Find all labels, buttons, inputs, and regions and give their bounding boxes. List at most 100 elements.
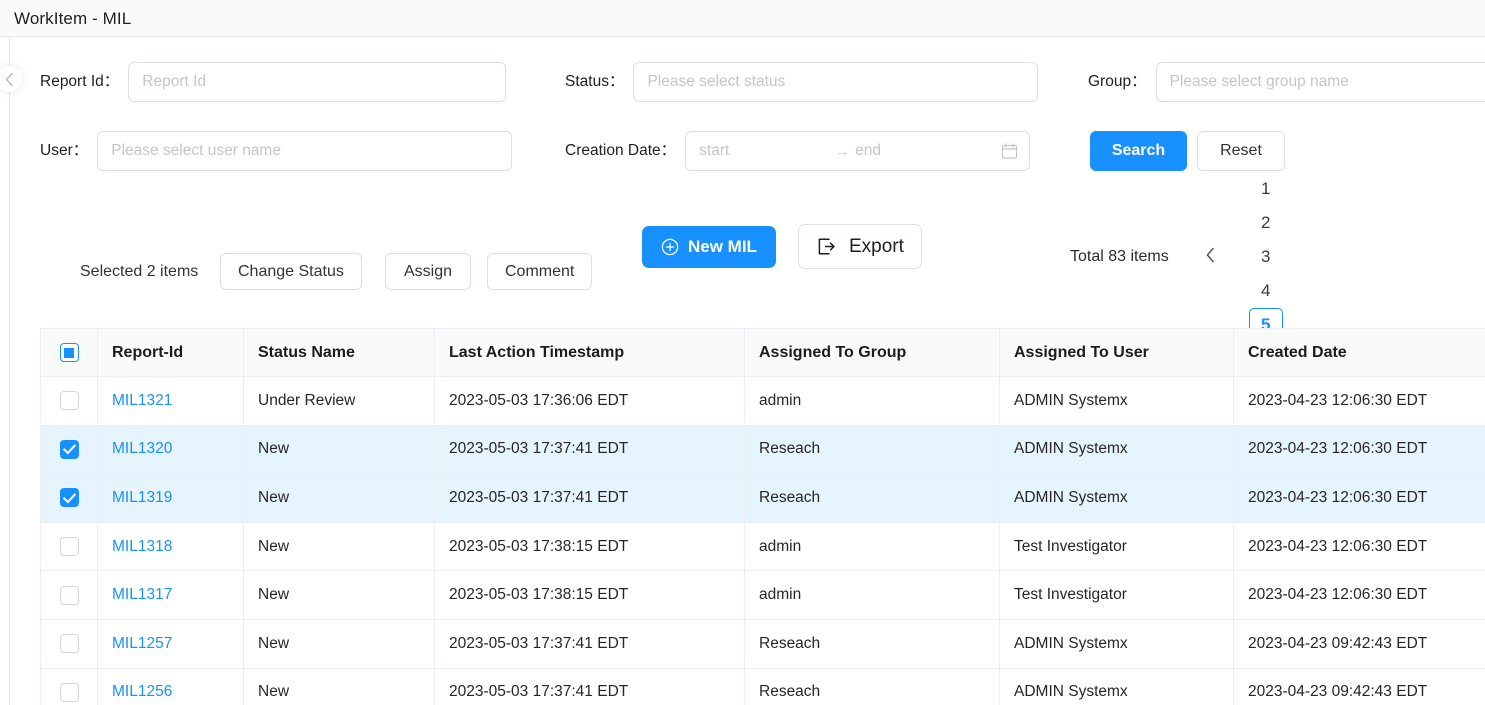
group-select[interactable]: Please select group name (1155, 62, 1485, 102)
cell-created-date: 2023-04-23 12:06:30 EDT (1233, 473, 1485, 523)
cell-last-action-timestamp: 2023-05-03 17:37:41 EDT (434, 473, 745, 523)
pagination-prev-button[interactable] (1195, 241, 1227, 273)
filter-row-1: Report Id： Report Id Status： Please sele… (10, 62, 1485, 102)
column-header-created-date[interactable]: Created Date (1233, 328, 1485, 377)
group-placeholder: Please select group name (1169, 73, 1349, 90)
table-row[interactable]: MIL1321 Under Review 2023-05-03 17:36:06 E… (40, 376, 1485, 426)
row-checkbox[interactable] (59, 439, 79, 459)
report-id-input[interactable]: Report Id (128, 62, 507, 102)
cell-created-date: 2023-04-23 12:06:30 EDT (1233, 376, 1485, 426)
field-creation-date: Creation Date： start → end (565, 131, 1031, 171)
table-row[interactable]: MIL1318 New 2023-05-03 17:38:15 EDT admin Te… (40, 522, 1485, 572)
comment-button[interactable]: Comment (487, 253, 593, 290)
cell-assigned-to-group: Reseach (744, 425, 1000, 475)
cell-status-name: New (243, 425, 435, 475)
report-id-link[interactable]: MIL1318 (112, 538, 172, 555)
report-id-link[interactable]: MIL1320 (112, 440, 172, 457)
change-status-button[interactable]: Change Status (220, 253, 362, 290)
row-select-cell (40, 570, 98, 620)
cell-created-date: 2023-04-23 09:42:43 EDT (1233, 668, 1485, 705)
cell-last-action-timestamp: 2023-05-03 17:37:41 EDT (434, 619, 745, 669)
row-select-cell (40, 376, 98, 426)
chevron-left-icon (1205, 247, 1216, 268)
plus-circle-icon (661, 238, 679, 256)
report-id-link[interactable]: MIL1321 (112, 392, 172, 409)
select-all-cell (40, 328, 98, 377)
creation-date-label: Creation Date： (565, 142, 677, 159)
row-checkbox[interactable] (59, 634, 79, 654)
cell-assigned-to-group: admin (744, 522, 1000, 572)
report-id-label: Report Id： (40, 73, 120, 90)
row-checkbox[interactable] (59, 585, 79, 605)
table-row[interactable]: MIL1317 New 2023-05-03 17:38:15 EDT admin Te… (40, 570, 1485, 620)
cell-last-action-timestamp: 2023-05-03 17:38:15 EDT (434, 570, 745, 620)
column-header-last-action-timestamp[interactable]: Last Action Timestamp (434, 328, 745, 377)
table-header: Report-Id Status Name Last Action Timest… (40, 328, 1485, 377)
row-checkbox[interactable] (59, 537, 79, 557)
row-checkbox[interactable] (59, 488, 79, 508)
column-header-status-name[interactable]: Status Name (243, 328, 435, 377)
creation-date-range-picker[interactable]: start → end (685, 131, 1031, 171)
cell-created-date: 2023-04-23 12:06:30 EDT (1233, 522, 1485, 572)
cell-assigned-to-group: Reseach (744, 668, 1000, 705)
report-id-link[interactable]: MIL1317 (112, 586, 172, 603)
pagination-page-2[interactable]: 2 (1249, 206, 1283, 240)
column-header-assigned-to-group[interactable]: Assigned To Group (744, 328, 1000, 377)
column-header-report-id[interactable]: Report-Id (97, 328, 244, 377)
table-row[interactable]: MIL1320 New 2023-05-03 17:37:41 EDT Reseach… (40, 425, 1485, 475)
work-items-table: Report-Id Status Name Last Action Timest… (40, 328, 1485, 705)
filter-panel: Report Id： Report Id Status： Please sele… (10, 37, 1485, 189)
export-button[interactable]: Export (798, 224, 922, 269)
table-row[interactable]: MIL1256 New 2023-05-03 17:37:41 EDT Reseach… (40, 668, 1485, 705)
status-label: Status： (565, 73, 625, 90)
pagination-pages: 12345 (1241, 172, 1291, 342)
cell-report-id: MIL1320 (97, 425, 244, 475)
creation-date-start-input[interactable]: start (699, 142, 829, 160)
new-mil-label: New MIL (688, 237, 757, 256)
cell-assigned-to-user: ADMIN Systemx (999, 668, 1234, 705)
pagination-page-1[interactable]: 1 (1249, 172, 1283, 206)
cell-assigned-to-user: ADMIN Systemx (999, 619, 1234, 669)
new-mil-button[interactable]: New MIL (642, 226, 776, 268)
cell-assigned-to-user: Test Investigator (999, 570, 1234, 620)
row-checkbox[interactable] (59, 391, 79, 411)
status-select[interactable]: Please select status (633, 62, 1039, 102)
cell-assigned-to-user: Test Investigator (999, 522, 1234, 572)
cell-assigned-to-group: Reseach (744, 473, 1000, 523)
report-id-link[interactable]: MIL1319 (112, 489, 172, 506)
pagination-page-3[interactable]: 3 (1249, 240, 1283, 274)
table-row[interactable]: MIL1319 New 2023-05-03 17:37:41 EDT Reseach… (40, 473, 1485, 523)
selected-count-label: Selected 2 items (80, 263, 199, 280)
column-header-assigned-to-user[interactable]: Assigned To User (999, 328, 1234, 377)
report-id-link[interactable]: MIL1256 (112, 683, 172, 700)
cell-report-id: MIL1318 (97, 522, 244, 572)
creation-date-end-input[interactable]: end (855, 142, 881, 160)
report-id-link[interactable]: MIL1257 (112, 635, 172, 652)
cell-last-action-timestamp: 2023-05-03 17:38:15 EDT (434, 522, 745, 572)
table-row[interactable]: MIL1257 New 2023-05-03 17:37:41 EDT Reseach… (40, 619, 1485, 669)
calendar-icon (1001, 143, 1018, 160)
field-report-id: Report Id： Report Id (40, 62, 507, 102)
select-all-checkbox[interactable] (59, 343, 79, 362)
status-placeholder: Please select status (647, 73, 786, 90)
search-button[interactable]: Search (1090, 131, 1187, 171)
field-group: Group： Please select group name (1088, 62, 1485, 102)
page-title: WorkItem - MIL (14, 9, 132, 28)
cell-report-id: MIL1257 (97, 619, 244, 669)
user-placeholder: Please select user name (111, 142, 281, 159)
reset-button[interactable]: Reset (1197, 131, 1285, 171)
cell-created-date: 2023-04-23 12:06:30 EDT (1233, 425, 1485, 475)
cell-created-date: 2023-04-23 12:06:30 EDT (1233, 570, 1485, 620)
pagination-page-4[interactable]: 4 (1249, 274, 1283, 308)
assign-button[interactable]: Assign (385, 253, 472, 290)
field-status: Status： Please select status (565, 62, 1039, 102)
table-header-row: Report-Id Status Name Last Action Timest… (40, 328, 1485, 377)
cell-status-name: New (243, 522, 435, 572)
cell-last-action-timestamp: 2023-05-03 17:37:41 EDT (434, 425, 745, 475)
row-checkbox[interactable] (59, 682, 79, 702)
row-select-cell (40, 668, 98, 705)
cell-status-name: New (243, 570, 435, 620)
user-select[interactable]: Please select user name (97, 131, 513, 171)
cell-status-name: New (243, 619, 435, 669)
export-icon (816, 236, 837, 257)
